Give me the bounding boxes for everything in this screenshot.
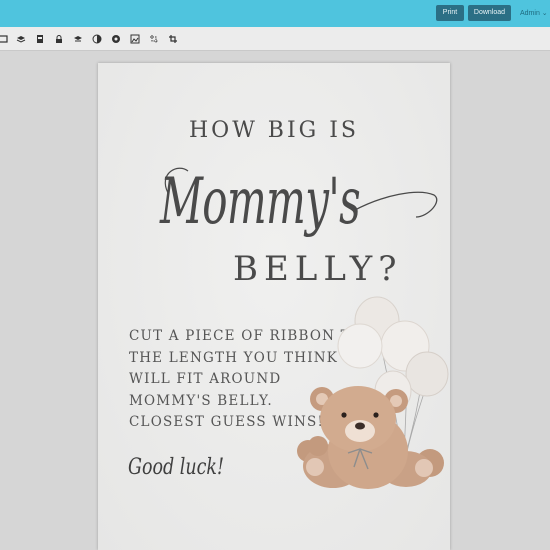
teddy-bear-illustration [297, 296, 449, 489]
download-button[interactable]: Download [468, 5, 511, 21]
poster-page[interactable]: HOW BIG IS Mommy's BELLY? CUT A PIECE OF… [98, 63, 450, 550]
poster-title-line3: BELLY? [233, 249, 403, 289]
contrast-icon[interactable] [91, 33, 103, 45]
image-icon[interactable] [129, 33, 141, 45]
top-bar: Print Download Admin ⌄ [0, 0, 550, 27]
admin-menu[interactable]: Admin ⌄ [520, 9, 548, 17]
page-icon[interactable] [34, 33, 46, 45]
stack-icon[interactable] [15, 33, 27, 45]
svg-text:Good luck!: Good luck! [128, 455, 224, 480]
lock-icon[interactable] [53, 33, 65, 45]
crop-icon[interactable] [167, 33, 179, 45]
editor-toolbar [0, 27, 550, 51]
poster-signoff: Good luck! [128, 455, 224, 480]
layer-down-icon[interactable] [72, 33, 84, 45]
print-button[interactable]: Print [436, 5, 464, 21]
layers-icon[interactable] [0, 33, 9, 45]
svg-text:Mommy's: Mommy's [159, 165, 360, 239]
crop-alt-icon[interactable] [148, 33, 160, 45]
poster-title-script: Mommy's [159, 165, 438, 239]
palette-icon[interactable] [110, 33, 122, 45]
